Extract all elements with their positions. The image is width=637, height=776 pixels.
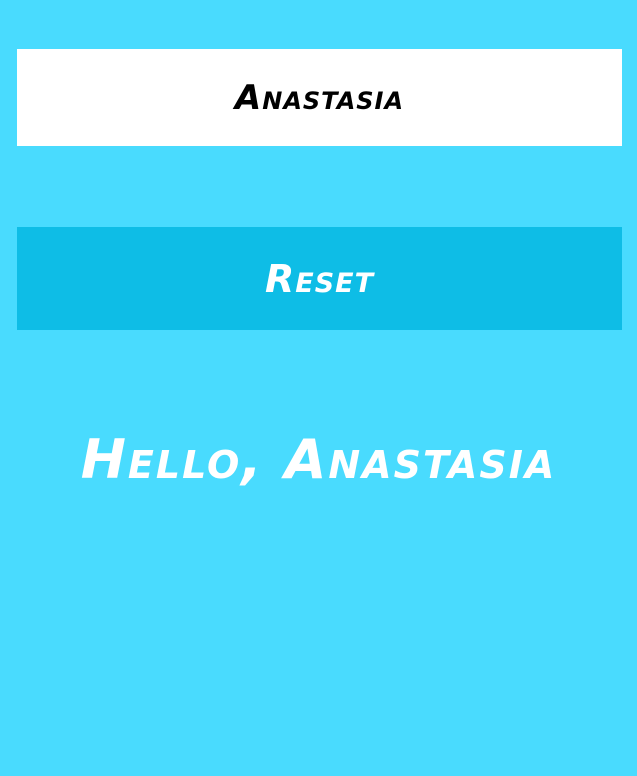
greeting-text: Hello, Anastasia — [80, 428, 557, 491]
reset-button[interactable]: Reset — [17, 227, 622, 330]
app-root: { "name_input": { "value": "Anastasia" }… — [0, 0, 637, 776]
name-input[interactable] — [17, 49, 622, 146]
